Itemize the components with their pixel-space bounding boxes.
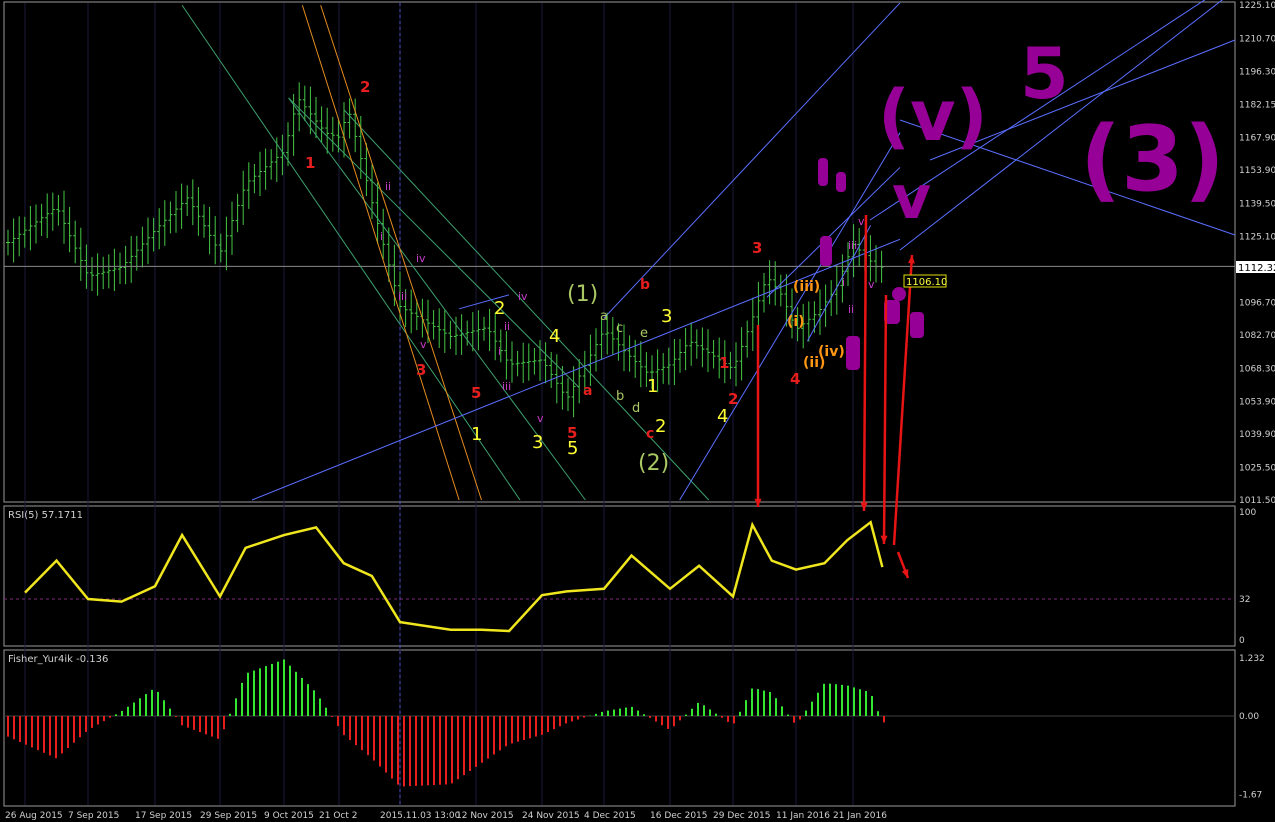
wave-label-green: b [616, 389, 624, 404]
y-tick-label: 0.00 [1239, 712, 1259, 722]
y-tick-label: 0 [1239, 636, 1245, 646]
x-tick-label: 9 Oct 2015 [264, 811, 314, 821]
wave-label-green: (1) [567, 282, 598, 307]
wave-label-magenta: iii [398, 290, 407, 303]
wave-label-yellow: 1 [647, 376, 658, 397]
wave-label-magenta: i [842, 276, 845, 289]
wave-label-magenta: v [868, 278, 875, 291]
x-tick-label: 21 Oct 2 [319, 811, 357, 821]
x-tick-label: 11 Jan 2016 [776, 811, 830, 821]
wave-label-orange: (iv) [818, 344, 845, 360]
y-tick-label: -1.67 [1239, 791, 1262, 801]
wave-label-red: 3 [416, 361, 426, 379]
wave-label-red: 2 [728, 390, 738, 408]
wave-label-yellow: 3 [661, 306, 672, 327]
wave-label-red: 1 [305, 154, 315, 172]
x-tick-label: 4 Dec 2015 [584, 811, 636, 821]
wave-label-magenta: i [380, 230, 383, 243]
wave-label-red: c [646, 426, 654, 442]
wave-label-yellow: 2 [655, 416, 666, 437]
wave-label-green: (2) [638, 451, 669, 476]
y-tick-label: 1053.90 [1239, 398, 1275, 408]
wave-label-magenta: ii [848, 303, 854, 316]
wave-label-red: 4 [790, 370, 800, 388]
marker-price-tag: 1106.10 [906, 277, 947, 288]
x-tick-label: 7 Sep 2015 [68, 811, 119, 821]
wave-label-red: 1 [719, 354, 729, 372]
x-tick-label: 21 Jan 2016 [833, 811, 887, 821]
y-tick-label: 32 [1239, 595, 1250, 605]
y-tick-label: 100 [1239, 508, 1256, 518]
wave-label-yellow: 1 [471, 424, 482, 445]
y-tick-label: 1225.10 [1239, 1, 1275, 11]
wave-label-green: a [600, 309, 608, 324]
x-tick-label: 24 Nov 2015 [522, 811, 580, 821]
rsi-header: RSI(5) 57.1711 [8, 510, 83, 521]
hand-drawn-label: (3) [1080, 107, 1225, 212]
hand-mark [846, 336, 860, 370]
y-tick-label: 1167.90 [1239, 134, 1275, 144]
hand-drawn-label: 5 [1020, 33, 1069, 115]
y-tick-label: 1.232 [1239, 654, 1265, 664]
x-tick-label: 26 Aug 2015 [5, 811, 63, 821]
y-tick-label: 1139.50 [1239, 199, 1275, 209]
fisher-header: Fisher_Yur4ik -0.136 [8, 654, 108, 665]
wave-label-green: e [640, 326, 648, 341]
wave-label-green: d [632, 401, 640, 416]
wave-label-magenta: ii [385, 180, 391, 193]
wave-label-magenta: iii [848, 239, 857, 252]
wave-label-yellow: 2 [494, 298, 505, 319]
y-tick-label: 1082.70 [1239, 331, 1275, 341]
last-price-tag: 1112.32 [1238, 263, 1275, 274]
wave-label-yellow: 4 [549, 326, 560, 347]
x-tick-label: 29 Dec 2015 [713, 811, 771, 821]
y-tick-label: 1125.10 [1239, 233, 1275, 243]
x-tick-label: 17 Sep 2015 [135, 811, 192, 821]
wave-label-magenta: v [420, 338, 427, 351]
hand-drawn-label: v [892, 163, 931, 233]
wave-label-yellow: 5 [567, 438, 578, 459]
x-tick-label: 2015.11.03 13:00 [380, 811, 461, 821]
x-tick-label: 12 Nov 2015 [456, 811, 514, 821]
wave-label-magenta: i [498, 345, 501, 358]
y-tick-label: 1210.70 [1239, 34, 1275, 44]
wave-label-magenta: iv [416, 252, 426, 265]
y-tick-label: 1011.50 [1239, 496, 1275, 506]
wave-label-red: b [640, 277, 650, 293]
hand-dot [892, 287, 906, 301]
y-tick-label: 1039.90 [1239, 430, 1275, 440]
wave-label-magenta: v [858, 215, 865, 228]
y-tick-label: 1196.30 [1239, 68, 1275, 78]
x-tick-label: 16 Dec 2015 [650, 811, 708, 821]
wave-label-orange: (i) [787, 314, 805, 330]
y-tick-label: 1182.15 [1239, 101, 1275, 111]
hand-drawn-label: (v) [878, 75, 988, 157]
hand-mark [836, 172, 846, 192]
hand-mark [820, 236, 832, 266]
y-tick-label: 1096.70 [1239, 299, 1275, 309]
wave-label-yellow: 4 [717, 406, 728, 427]
wave-label-red: 2 [360, 78, 370, 96]
wave-label-orange: (iii) [793, 279, 820, 295]
wave-label-red: 3 [752, 239, 762, 257]
y-tick-label: 1153.90 [1239, 166, 1275, 176]
hand-mark [910, 312, 924, 338]
wave-label-red: a [583, 383, 592, 399]
chart-canvas: 26 Aug 2015 7 Sep 2015 17 Sep 2015 29 Sep 2… [0, 0, 1275, 822]
wave-label-red: 5 [471, 384, 481, 402]
wave-label-magenta: v [537, 412, 544, 425]
wave-label-magenta: ii [504, 320, 510, 333]
y-tick-label: 1068.30 [1239, 364, 1275, 374]
hand-mark [818, 158, 828, 186]
wave-label-magenta: iii [502, 380, 511, 393]
wave-label-magenta: iv [518, 290, 528, 303]
wave-label-yellow: 3 [532, 432, 543, 453]
y-tick-label: 1025.50 [1239, 464, 1275, 474]
wave-label-green: c [616, 321, 623, 336]
x-tick-label: 29 Sep 2015 [200, 811, 257, 821]
